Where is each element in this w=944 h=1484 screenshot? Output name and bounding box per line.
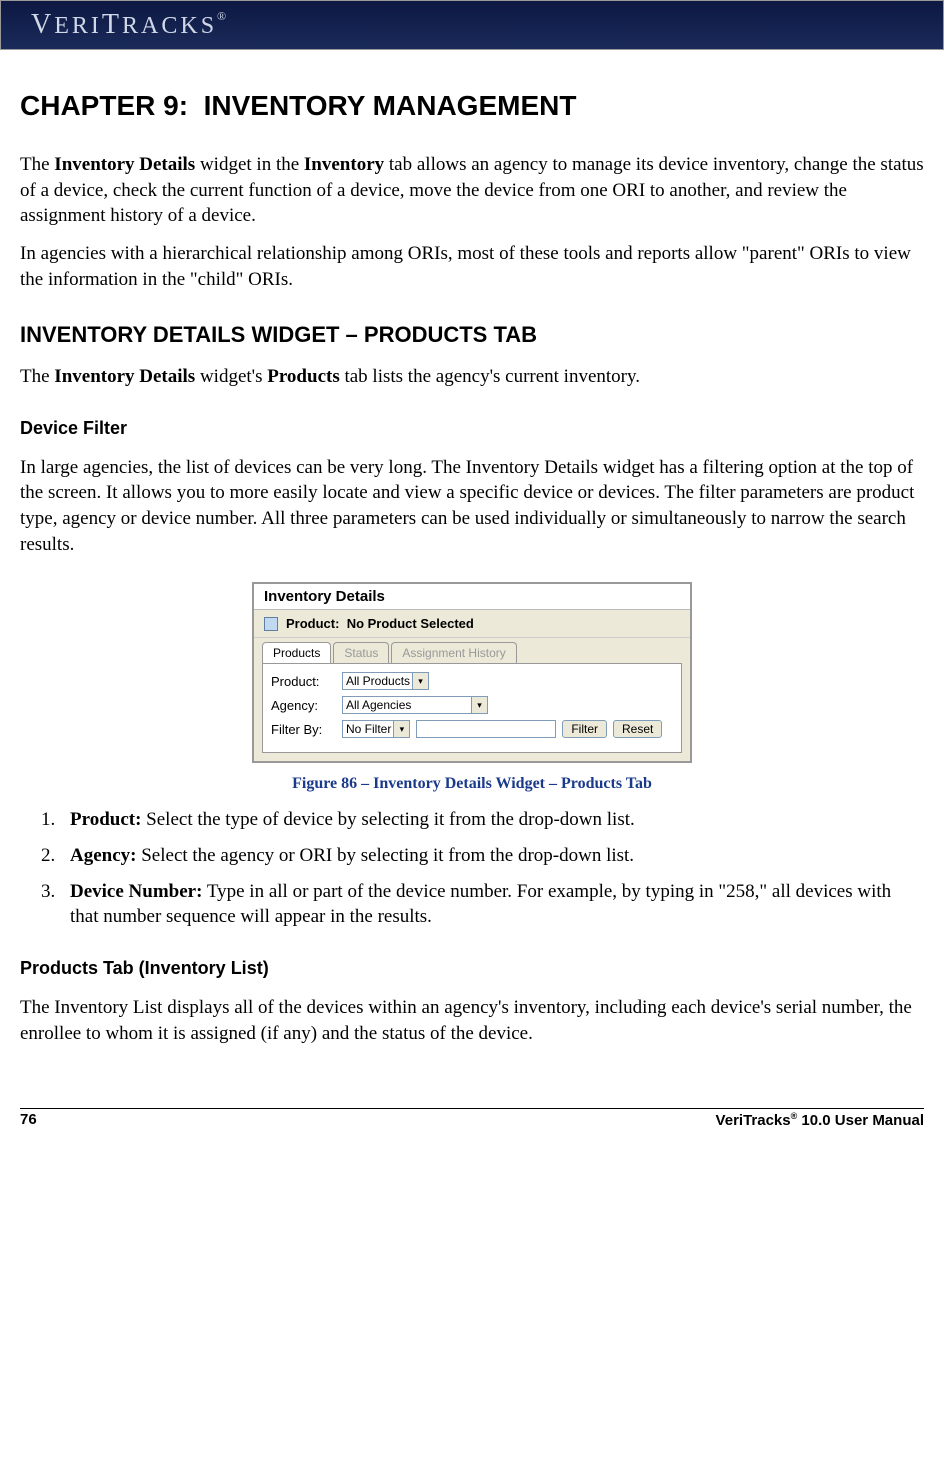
chevron-down-icon: ▾ [472,696,488,714]
brand-banner: VVERITRACKSERITRACKS® [0,0,944,50]
product-label: Product: [271,674,336,689]
inventory-details-widget: Inventory Details Product: No Product Se… [252,582,692,763]
agency-select[interactable]: All Agencies▾ [342,696,488,714]
filterby-label: Filter By: [271,722,336,737]
page-number: 76 [20,1111,37,1129]
steps-list: Product: Select the type of device by se… [60,807,924,930]
figure-caption: Figure 86 – Inventory Details Widget – P… [292,775,652,793]
intro-paragraph-2: In agencies with a hierarchical relation… [20,241,924,292]
list-item: Product: Select the type of device by se… [60,807,924,833]
inventory-list-paragraph: The Inventory List displays all of the d… [20,995,924,1046]
subheading-device-filter: Device Filter [20,418,924,439]
manual-title: VeriTracks® 10.0 User Manual [716,1111,924,1129]
list-item: Device Number: Type in all or part of th… [60,879,924,930]
subheading-products-tab-list: Products Tab (Inventory List) [20,958,924,979]
page-content: CHAPTER 9: INVENTORY MANAGEMENT The Inve… [0,50,944,1068]
chevron-down-icon: ▾ [413,672,429,690]
device-filter-paragraph: In large agencies, the list of devices c… [20,455,924,558]
widget-subtitle-bar: Product: No Product Selected [254,610,690,638]
tab-products[interactable]: Products [262,642,331,663]
page-footer: 76 VeriTracks® 10.0 User Manual [20,1108,924,1129]
tab-assignment-history[interactable]: Assignment History [391,642,516,663]
section-heading-products-tab: INVENTORY DETAILS WIDGET – PRODUCTS TAB [20,322,924,348]
widget-tabs: Products Status Assignment History [254,638,690,663]
widget-tab-body: Product: All Products▾ Agency: All Agenc… [262,663,682,753]
brand-logo: VVERITRACKSERITRACKS® [31,9,229,41]
chapter-title: CHAPTER 9: INVENTORY MANAGEMENT [20,90,924,122]
filter-button[interactable]: Filter [562,720,607,738]
filter-text-input[interactable] [416,720,556,738]
list-item: Agency: Select the agency or ORI by sele… [60,843,924,869]
filterby-select[interactable]: No Filter▾ [342,720,410,738]
tab-status[interactable]: Status [333,642,389,663]
reset-button[interactable]: Reset [613,720,662,738]
figure-86: Inventory Details Product: No Product Se… [20,582,924,793]
chevron-down-icon: ▾ [394,720,410,738]
intro-paragraph-1: The Inventory Details widget in the Inve… [20,152,924,229]
product-select[interactable]: All Products▾ [342,672,429,690]
widget-title: Inventory Details [254,584,690,610]
product-icon [264,617,278,631]
agency-label: Agency: [271,698,336,713]
products-tab-paragraph: The Inventory Details widget's Products … [20,364,924,390]
